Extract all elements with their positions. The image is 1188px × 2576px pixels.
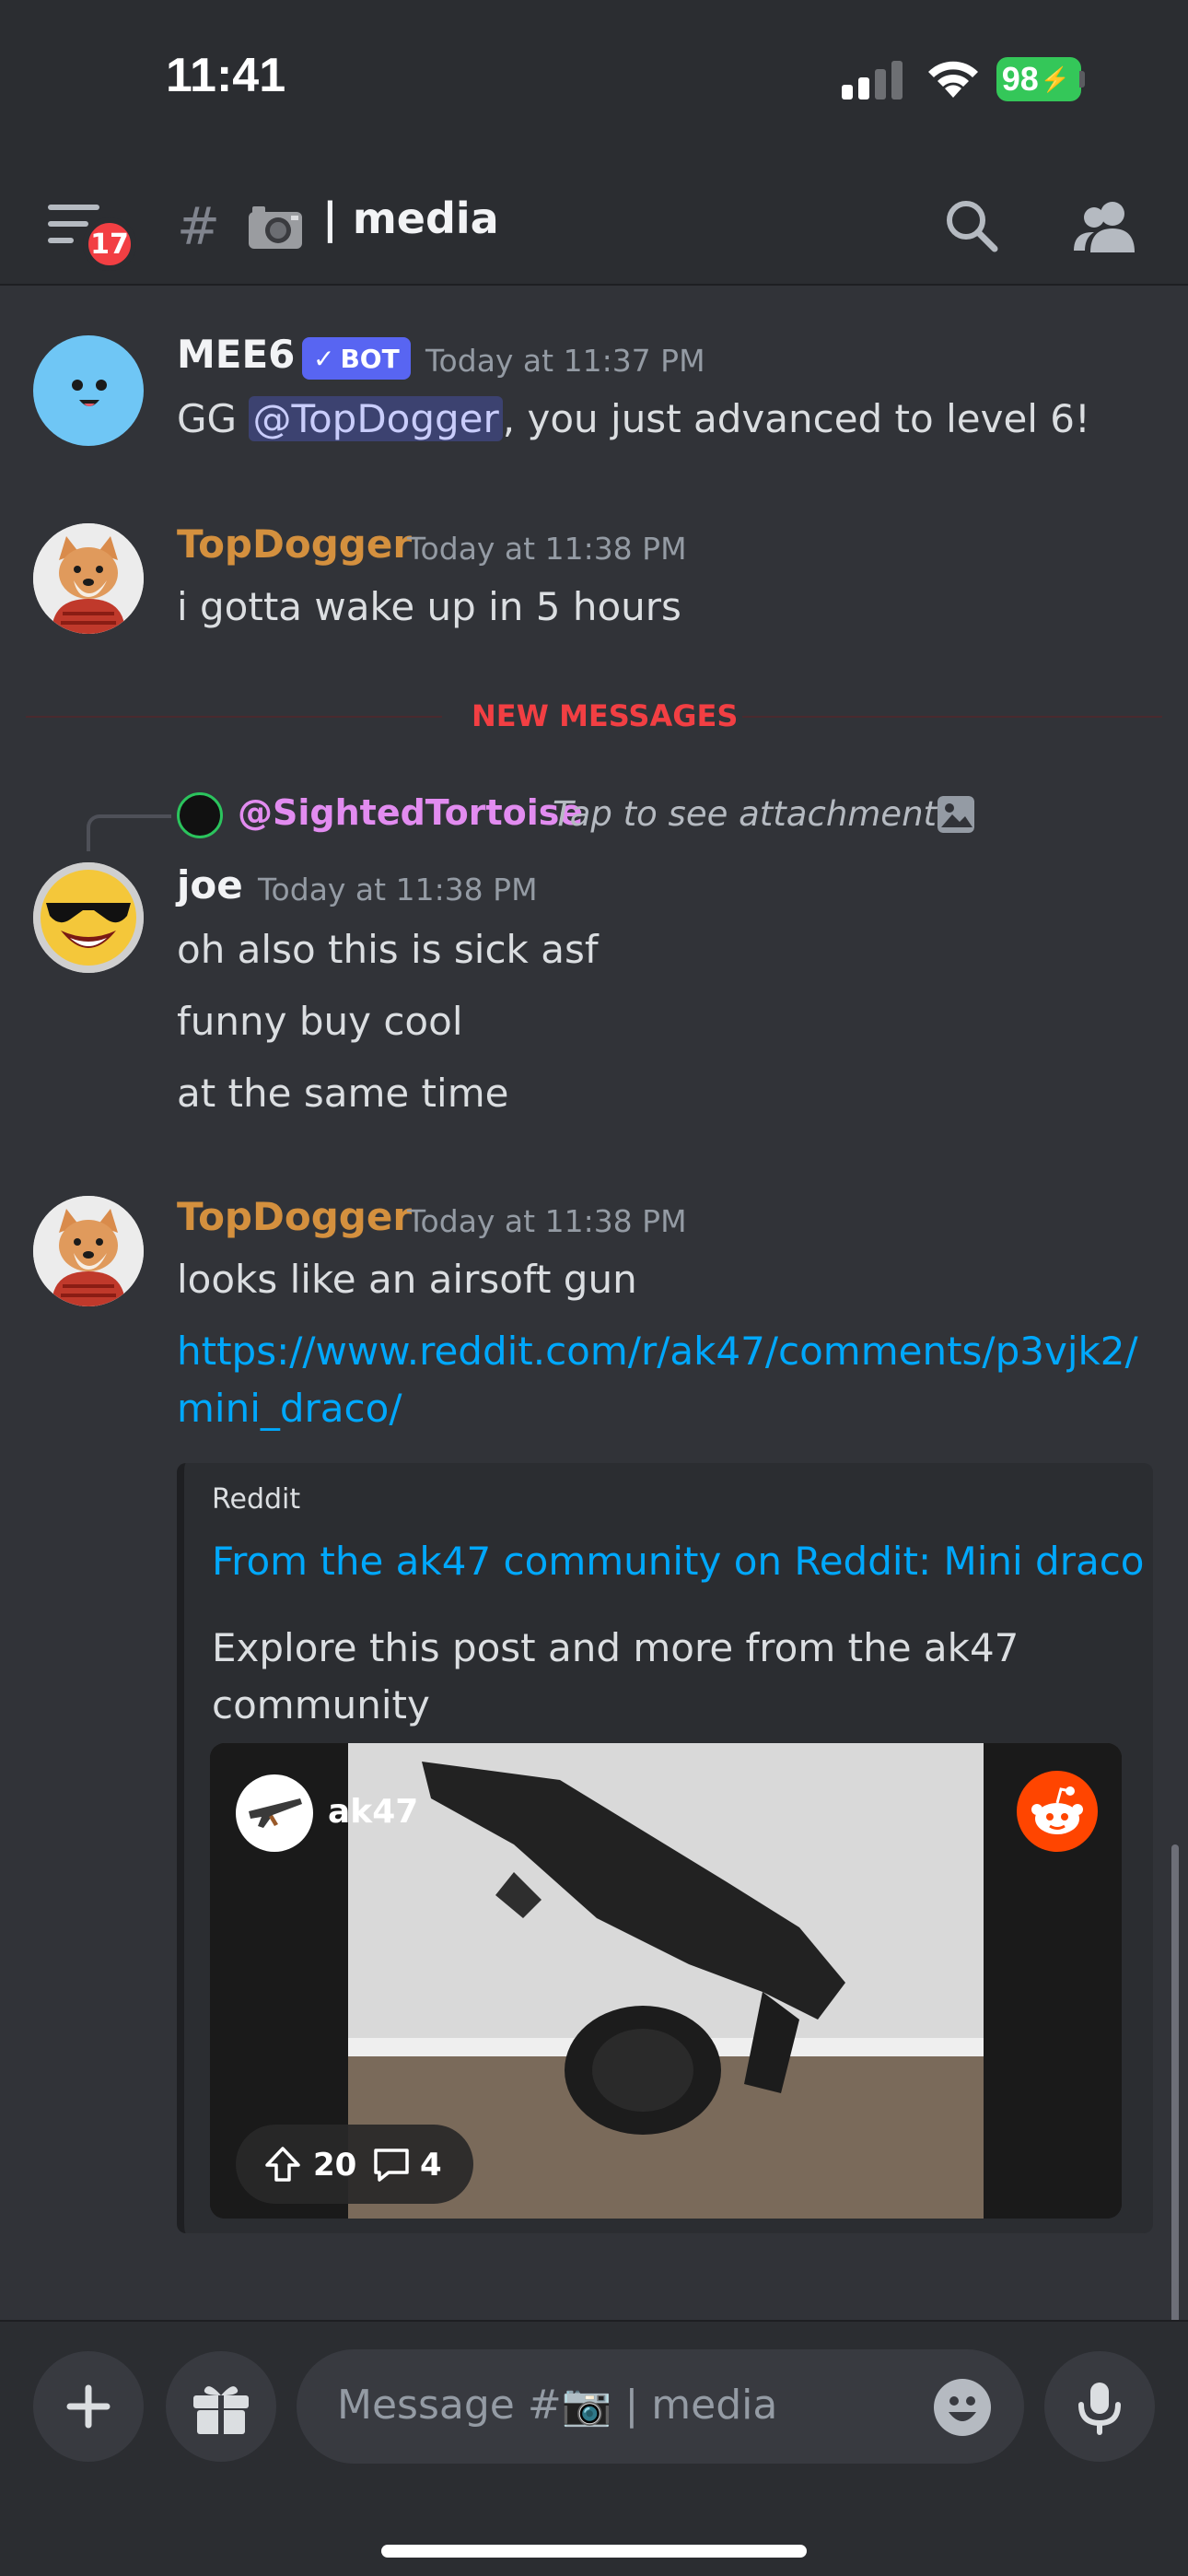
reply-preview-text[interactable]: Tap to see attachment <box>553 794 937 834</box>
reddit-logo-icon <box>1017 1771 1098 1852</box>
message-text: GG @TopDogger, you just advanced to leve… <box>177 396 1090 441</box>
composer-bar: Message #📷 | media <box>0 2320 1188 2576</box>
embed-description: Explore this post and more from the ak47… <box>212 1625 1019 1727</box>
gift-icon <box>193 2386 249 2434</box>
reddit-link[interactable]: mini_draco/ <box>177 1386 402 1431</box>
wifi-icon <box>928 61 978 98</box>
mee6-avatar[interactable] <box>33 335 144 446</box>
text-segment: GG <box>177 396 250 441</box>
message-timestamp: Today at 11:38 PM <box>407 1203 687 1239</box>
battery-icon: 98 ⚡ <box>996 57 1081 101</box>
comment-icon <box>374 2149 409 2182</box>
members-icon[interactable] <box>1072 199 1136 254</box>
topdogger-avatar[interactable] <box>33 1196 144 1306</box>
message-text: at the same time <box>177 1071 509 1116</box>
message-timestamp: Today at 11:37 PM <box>425 343 705 379</box>
bot-tag: ✓ BOT <box>302 337 411 380</box>
hash-icon: # <box>177 197 220 257</box>
message-author[interactable]: joe <box>177 862 243 907</box>
image-icon <box>938 796 974 833</box>
new-messages-divider-right <box>742 716 1162 718</box>
message-placeholder: Message #📷 | media <box>337 2382 778 2429</box>
cellular-signal-icon <box>842 61 903 100</box>
message-author[interactable]: TopDogger <box>177 1194 412 1239</box>
microphone-icon <box>1078 2383 1121 2435</box>
battery-tip <box>1079 71 1085 88</box>
message-text: funny buy cool <box>177 999 463 1044</box>
new-messages-divider-left <box>26 716 442 718</box>
reply-username[interactable]: @SightedTortoise <box>238 792 583 833</box>
voice-message-button[interactable] <box>1044 2351 1155 2462</box>
message-timestamp: Today at 11:38 PM <box>258 872 538 907</box>
message-input[interactable]: Message #📷 | media <box>297 2349 1024 2464</box>
embed-provider[interactable]: Reddit <box>212 1483 300 1516</box>
home-indicator[interactable] <box>381 2545 807 2558</box>
topdogger-avatar[interactable] <box>33 523 144 634</box>
upvote-count: 20 <box>313 2147 357 2184</box>
search-icon[interactable] <box>943 197 1000 254</box>
text-segment: , you just advanced to level 6! <box>502 396 1090 441</box>
post-stats: 20 4 <box>236 2125 473 2204</box>
message-list[interactable]: MEE6 ✓ BOT Today at 11:37 PM GG @TopDogge… <box>0 287 1188 2576</box>
check-icon: ✓ <box>313 343 335 374</box>
battery-level: 98 <box>1001 60 1039 98</box>
reply-connector <box>87 814 171 851</box>
message-text: i gotta wake up in 5 hours <box>177 584 681 629</box>
notification-badge: 17 <box>83 217 136 271</box>
message-timestamp: Today at 11:38 PM <box>407 531 687 567</box>
user-mention[interactable]: @TopDogger <box>249 396 503 441</box>
joe-avatar[interactable] <box>33 862 144 973</box>
channel-name[interactable]: | media <box>322 193 499 243</box>
upvote-icon <box>265 2147 300 2182</box>
subreddit-avatar <box>236 1774 313 1852</box>
channel-header: 17 # | media <box>0 166 1188 286</box>
link-embed[interactable]: Reddit From the ak47 community on Reddit… <box>177 1463 1153 2233</box>
new-messages-label: NEW MESSAGES <box>472 698 739 733</box>
message-author[interactable]: TopDogger <box>177 521 412 567</box>
plus-icon <box>66 2384 111 2429</box>
status-bar: 11:41 98 ⚡ <box>0 0 1188 166</box>
add-attachment-button[interactable] <box>33 2351 144 2462</box>
gift-button[interactable] <box>166 2351 276 2462</box>
camera-icon <box>249 206 302 249</box>
bot-label: BOT <box>340 343 400 374</box>
embed-preview-image[interactable]: ak47 20 4 <box>210 1743 1122 2219</box>
reply-avatar[interactable] <box>177 792 223 838</box>
status-time: 11:41 <box>166 49 286 102</box>
message-author[interactable]: MEE6 <box>177 332 295 377</box>
message-text: looks like an airsoft gun <box>177 1257 637 1302</box>
comment-count: 4 <box>420 2147 442 2184</box>
subreddit-name: ak47 <box>328 1793 419 1831</box>
reddit-link[interactable]: https://www.reddit.com/r/ak47/comments/p… <box>177 1329 1138 1374</box>
message-text: oh also this is sick asf <box>177 927 599 972</box>
emoji-icon[interactable] <box>934 2379 991 2436</box>
embed-title[interactable]: From the ak47 community on Reddit: Mini … <box>212 1539 1145 1584</box>
